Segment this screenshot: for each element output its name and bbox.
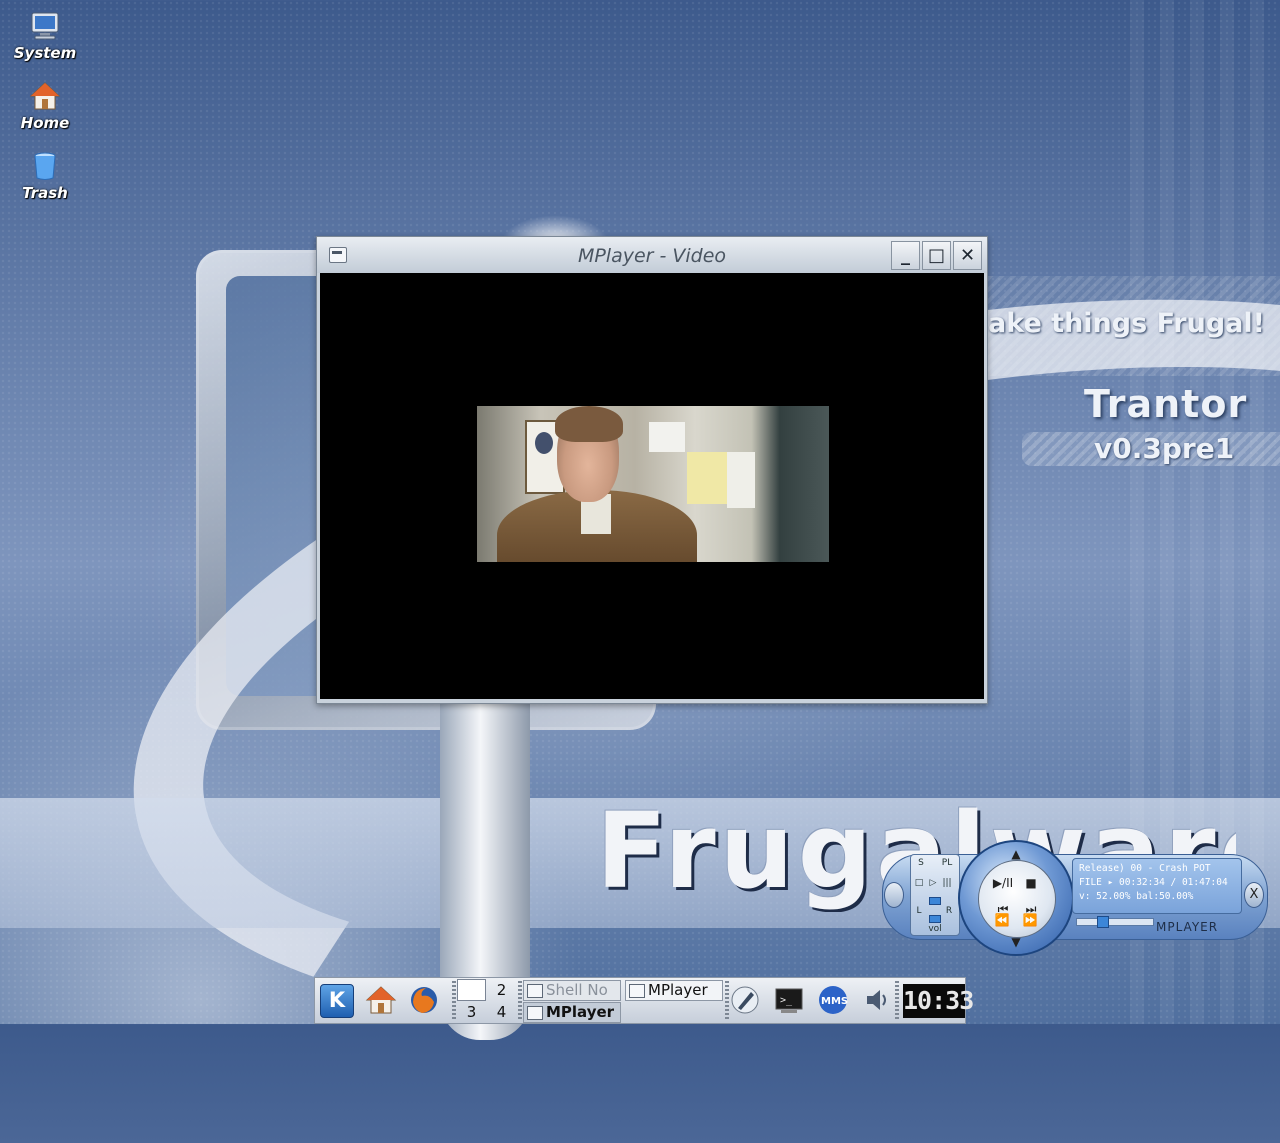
mplayer-close-button[interactable]: X — [1244, 882, 1264, 908]
wallpaper-tagline: ake things Frugal! — [988, 308, 1265, 339]
desktop-icon-home[interactable]: Home — [6, 80, 84, 132]
task-mplayer-active[interactable]: MPlayer — [523, 1002, 621, 1023]
seek-bar[interactable] — [1076, 916, 1154, 928]
rewind-button[interactable]: ⏪ — [990, 912, 1014, 928]
mms-icon[interactable]: MMS — [817, 984, 849, 1016]
desktop-icon-system[interactable]: System — [6, 10, 84, 62]
wallpaper-version: v0.3pre1 — [1094, 432, 1235, 465]
panel-grip[interactable] — [452, 981, 456, 1019]
balance-slider[interactable] — [929, 897, 941, 905]
close-button[interactable]: ✕ — [953, 241, 982, 270]
maximize-button[interactable]: □ — [922, 241, 951, 270]
task-label: MPlayer — [648, 981, 708, 999]
mplayer-video-window[interactable]: MPlayer - Video _ □ ✕ — [316, 236, 988, 704]
panel-grip[interactable] — [518, 981, 522, 1019]
mplayer-control-wheel: ▲ ▼ ▶/II ■ ⏮ ⏭ ⏪ ⏩ — [958, 840, 1074, 956]
fullscreen-toggle[interactable]: □ — [913, 877, 925, 889]
time-readout: FILE ▸ 00:32:34 / 01:47:04 — [1079, 877, 1228, 888]
mplayer-display: Release) 00 - Crash POT FILE ▸ 00:32:34 … — [1072, 858, 1242, 914]
volume-balance-readout: v: 52.00% bal:50.00% — [1079, 891, 1194, 902]
pager-desktop-1[interactable] — [457, 979, 486, 1001]
skin-browser-button[interactable]: S — [915, 857, 927, 869]
window-titlebar[interactable]: MPlayer - Video _ □ ✕ — [317, 237, 987, 273]
equalizer-button[interactable]: ||| — [941, 877, 953, 889]
task-mplayer[interactable]: MPlayer — [625, 980, 723, 1001]
kde-menu-button[interactable]: K — [320, 984, 354, 1018]
computer-icon — [31, 12, 59, 40]
task-label: Shell No — [546, 981, 608, 999]
home-icon[interactable] — [365, 984, 397, 1016]
window-icon — [527, 984, 543, 998]
mplayer-brand: MPLAYER — [1156, 920, 1219, 934]
balance-right-label: R — [945, 906, 953, 916]
pager-desktop-4[interactable]: 4 — [487, 1001, 516, 1023]
pager-desktop-2[interactable]: 2 — [487, 979, 516, 1001]
terminal-icon[interactable]: >_ — [773, 984, 805, 1016]
desktop-icon-label: Home — [20, 114, 70, 132]
video-frame — [477, 406, 829, 562]
volume-slider[interactable] — [929, 915, 941, 923]
taskbar: K 2 3 4 Shell No MPlayer MPlayer >_ MMS … — [314, 977, 974, 1024]
home-icon — [29, 82, 61, 110]
desktop-icon-label: Trash — [22, 184, 68, 202]
stop-button[interactable]: ■ — [1019, 875, 1043, 891]
mplayer-side-panel: S PL □ ▷ ||| L R vol — [910, 854, 960, 936]
task-label: MPlayer — [546, 1003, 615, 1021]
svg-text:MMS: MMS — [821, 996, 848, 1007]
clock[interactable]: 10:33 — [903, 984, 974, 1018]
text-editor-icon[interactable] — [729, 984, 761, 1016]
window-icon — [527, 1006, 543, 1020]
desktop-pager: 2 3 4 — [457, 978, 517, 1023]
desktop-icon-label: System — [13, 44, 77, 62]
mplayer-controller[interactable]: S PL □ ▷ ||| L R vol ▲ ▼ ▶/II ■ ⏮ ⏭ ⏪ ⏩ … — [882, 840, 1268, 956]
track-title: Release) 00 - Crash POT — [1079, 863, 1211, 874]
desktop-icon-trash[interactable]: Trash — [6, 150, 84, 202]
k-logo-icon: K — [328, 988, 346, 1012]
play-pause-button[interactable]: ▶/II — [991, 875, 1015, 891]
window-title: MPlayer - Video — [577, 245, 727, 267]
panel-grip[interactable] — [895, 981, 899, 1019]
volume-label: vol — [928, 924, 942, 934]
video-area[interactable] — [320, 273, 984, 699]
speaker-icon[interactable] — [861, 984, 893, 1016]
wallpaper-codename: Trantor — [1084, 382, 1248, 426]
seek-knob[interactable] — [1097, 916, 1109, 928]
svg-text:>_: >_ — [780, 995, 793, 1006]
mplayer-menu-button[interactable] — [884, 882, 904, 908]
pager-desktop-3[interactable]: 3 — [457, 1001, 486, 1023]
firefox-icon[interactable] — [408, 984, 440, 1016]
minimize-button[interactable]: _ — [891, 241, 920, 270]
play-toggle[interactable]: ▷ — [927, 877, 939, 889]
window-icon — [629, 984, 645, 998]
trash-icon — [34, 152, 56, 180]
forward-button[interactable]: ⏩ — [1018, 912, 1042, 928]
task-shell-no[interactable]: Shell No — [523, 980, 621, 1001]
playlist-button[interactable]: PL — [941, 857, 953, 869]
balance-left-label: L — [916, 906, 922, 916]
